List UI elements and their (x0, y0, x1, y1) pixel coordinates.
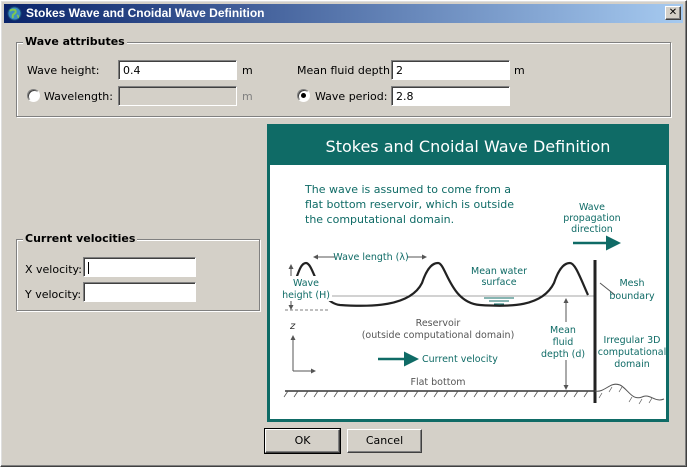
mean-fluid-depth-line-3: depth (d) (541, 349, 585, 360)
mean-fluid-depth-line-2: fluid (553, 337, 574, 348)
flat-bottom-label: Flat bottom (410, 377, 465, 388)
wave-attributes-heading: Wave attributes (23, 35, 127, 48)
wave-period-radio[interactable] (297, 89, 310, 102)
y-velocity-label: Y velocity: (25, 288, 82, 301)
wave-definition-figure: Stokes and Cnoidal Wave Definition The w… (267, 124, 669, 422)
ok-button[interactable]: OK (264, 428, 341, 454)
wave-length-label: Wave length (λ) (333, 252, 408, 263)
irregular-terrain (594, 383, 665, 401)
propagation-line-1: Wave (579, 202, 605, 213)
mesh-boundary-line-2: boundary (609, 291, 655, 302)
reservoir-line-2: (outside computational domain) (362, 330, 515, 341)
mean-fluid-depth-label: Mean fluid depth: (297, 64, 394, 77)
propagation-line-2: propagation (563, 213, 620, 224)
x-velocity-input[interactable] (83, 257, 196, 277)
z-axis-label: z (289, 321, 296, 332)
radio-selected-dot (301, 93, 306, 98)
wave-period-label: Wave period: (315, 90, 388, 103)
wavelength-radio[interactable] (27, 89, 40, 102)
mean-fluid-depth-unit: m (514, 64, 525, 77)
wave-attributes-group: Wave attributes (16, 35, 671, 117)
description-line-3: the computational domain. (305, 213, 454, 226)
mesh-boundary-line-1: Mesh (619, 278, 644, 289)
description-line-2: flat bottom reservoir, which is outside (305, 198, 514, 211)
wave-profile (288, 261, 590, 307)
wavelength-input[interactable] (118, 86, 237, 106)
wave-diagram: The wave is assumed to come from a flat … (282, 183, 666, 405)
wave-height-line-1: Wave (293, 278, 319, 289)
close-icon: ✕ (668, 7, 678, 18)
irregular-domain-line-3: domain (614, 359, 650, 370)
y-velocity-input[interactable] (83, 282, 196, 302)
propagation-line-3: direction (571, 224, 613, 235)
mean-fluid-depth-line-1: Mean (550, 325, 576, 336)
app-globe-icon (7, 6, 22, 21)
title-bar[interactable]: Stokes Wave and Cnoidal Wave Definition … (4, 4, 683, 23)
current-velocities-heading: Current velocities (23, 232, 138, 245)
irregular-domain-line-1: Irregular 3D (604, 335, 661, 346)
wave-height-unit: m (242, 64, 253, 77)
wave-height-input[interactable]: 0.4 (118, 60, 237, 80)
wave-height-line-2: height (H) (282, 290, 330, 301)
window-title: Stokes Wave and Cnoidal Wave Definition (26, 6, 265, 20)
current-velocity-label: Current velocity (422, 354, 498, 365)
text-caret (88, 262, 89, 274)
cancel-button[interactable]: Cancel (347, 429, 422, 453)
description-line-1: The wave is assumed to come from a (304, 183, 511, 196)
wavelength-unit: m (242, 90, 253, 103)
irregular-domain-line-2: computational (598, 347, 666, 358)
close-button[interactable]: ✕ (665, 6, 681, 20)
figure-title: Stokes and Cnoidal Wave Definition (270, 127, 666, 165)
dialog-window: Stokes Wave and Cnoidal Wave Definition … (0, 0, 687, 467)
wavelength-label: Wavelength: (44, 90, 113, 103)
mean-fluid-depth-input[interactable]: 2 (391, 60, 510, 80)
wave-period-input[interactable]: 2.8 (391, 86, 510, 106)
reservoir-line-1: Reservoir (416, 318, 461, 329)
x-velocity-label: X velocity: (25, 263, 82, 276)
mean-water-surface-line-2: surface (481, 277, 516, 288)
mean-water-surface-line-1: Mean water (471, 266, 527, 277)
bottom-hatching (283, 390, 589, 398)
wave-height-label: Wave height: (27, 64, 100, 77)
